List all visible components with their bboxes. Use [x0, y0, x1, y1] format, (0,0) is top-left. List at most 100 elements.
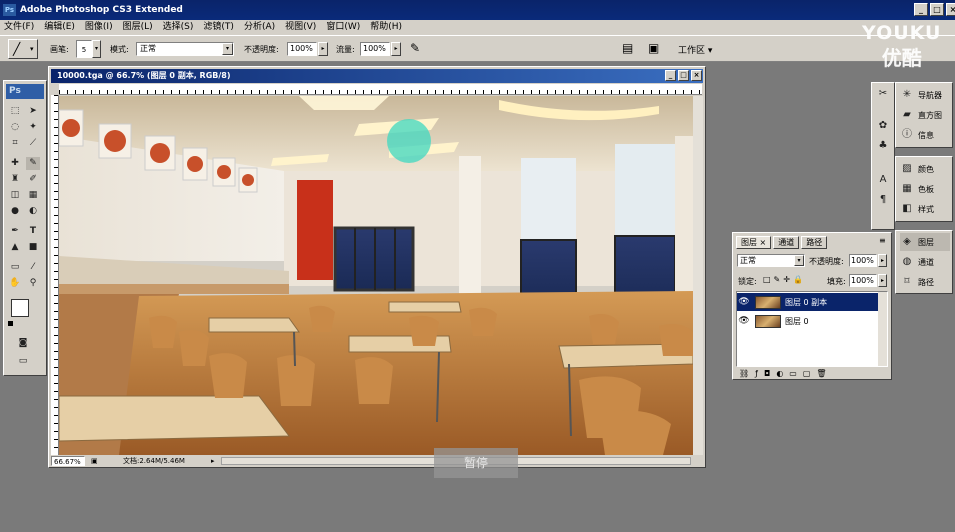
- info-icon: ⓘ: [902, 129, 912, 140]
- layer-opacity-arrow[interactable]: ▸: [878, 254, 887, 267]
- paths-tab[interactable]: ⌑ 路径: [900, 273, 934, 291]
- workspace-menu[interactable]: 工作区 ▾: [678, 43, 712, 56]
- doc-maximize-button[interactable]: □: [678, 70, 689, 81]
- layers-tab[interactable]: ◈ 图层: [900, 233, 950, 251]
- layer-name: 图层 0: [785, 316, 809, 326]
- eye-icon[interactable]: 👁: [737, 316, 751, 326]
- magic-wand-tool-icon[interactable]: ✦: [26, 121, 40, 134]
- maximize-button[interactable]: □: [930, 3, 944, 16]
- close-button[interactable]: ×: [946, 3, 955, 16]
- type-tool-icon[interactable]: T: [26, 225, 40, 238]
- layers-panel-tab[interactable]: 图层 ×: [736, 236, 772, 249]
- styles-tab[interactable]: ◧ 样式: [900, 200, 934, 218]
- brushes-icon[interactable]: ✿: [876, 119, 890, 133]
- move-tool-icon[interactable]: ➤: [26, 105, 40, 118]
- dodge-tool-icon[interactable]: ◐: [26, 205, 40, 218]
- eye-icon[interactable]: 👁: [737, 297, 751, 307]
- zoom-field[interactable]: 66.67%: [51, 456, 85, 466]
- paragraph-icon[interactable]: ¶: [876, 193, 890, 207]
- vertical-scrollbar[interactable]: [693, 96, 703, 455]
- screen-mode-icon[interactable]: ▭: [16, 355, 30, 368]
- fill-field[interactable]: 100%: [849, 274, 877, 287]
- info-tab[interactable]: ⓘ 信息: [900, 126, 934, 144]
- healing-tool-icon[interactable]: ✚: [8, 157, 22, 170]
- channels-panel-tab[interactable]: 通道: [773, 236, 800, 249]
- menu-view[interactable]: 视图(V): [285, 20, 316, 35]
- brush-dropdown-arrow[interactable]: ▾: [92, 40, 101, 58]
- tool-preset-picker[interactable]: ╱ ▾: [8, 39, 38, 59]
- menu-edit[interactable]: 编辑(E): [44, 20, 75, 35]
- gradient-tool-icon[interactable]: ▦: [26, 189, 40, 202]
- layer-opacity-field[interactable]: 100%: [849, 254, 877, 267]
- image-canvas[interactable]: [59, 96, 693, 455]
- flow-field[interactable]: 100%: [360, 42, 390, 56]
- brush-tool-icon[interactable]: ✎: [26, 157, 40, 170]
- opacity-slider-arrow[interactable]: ▸: [318, 42, 328, 56]
- hand-tool-icon[interactable]: ✋: [8, 277, 22, 290]
- brush-size-picker[interactable]: 5: [76, 40, 92, 58]
- default-colors-icon[interactable]: [8, 321, 13, 326]
- layers-scrollbar[interactable]: [878, 292, 887, 366]
- color-tab[interactable]: ▨ 颜色: [900, 160, 934, 178]
- menu-select[interactable]: 选择(S): [163, 20, 194, 35]
- layer-row[interactable]: 👁 图层 0: [737, 312, 883, 330]
- minimize-button[interactable]: _: [914, 3, 928, 16]
- quick-mask-icon[interactable]: ◙: [16, 337, 30, 350]
- airbrush-icon[interactable]: ✎: [410, 41, 420, 55]
- new-group-icon[interactable]: ▭: [789, 369, 803, 378]
- eraser-tool-icon[interactable]: ◫: [8, 189, 22, 202]
- menu-layer[interactable]: 图层(L): [123, 20, 153, 35]
- mode-select[interactable]: 正常 ▾: [136, 42, 234, 56]
- swatches-tab[interactable]: ▦ 色板: [900, 180, 934, 198]
- menu-image[interactable]: 图像(I): [85, 20, 113, 35]
- shape-tool-icon[interactable]: ■: [26, 241, 40, 254]
- menu-window[interactable]: 窗口(W): [326, 20, 360, 35]
- menu-analysis[interactable]: 分析(A): [244, 20, 275, 35]
- new-layer-icon[interactable]: ▢: [803, 369, 817, 378]
- crop-tool-icon[interactable]: ⌗: [8, 137, 22, 150]
- notes-tool-icon[interactable]: ▭: [8, 261, 22, 274]
- link-layers-icon[interactable]: ⛓: [739, 369, 755, 378]
- adjustment-layer-icon[interactable]: ◐: [776, 369, 789, 378]
- navigator-tab[interactable]: ✳ 导航器: [900, 86, 942, 104]
- fill-arrow[interactable]: ▸: [878, 274, 887, 287]
- eyedropper-tool-icon[interactable]: ⁄: [26, 261, 40, 274]
- character-icon[interactable]: A: [876, 173, 890, 187]
- tool-presets-icon[interactable]: ✂: [876, 87, 890, 101]
- mask-icon[interactable]: ◘: [764, 369, 776, 378]
- status-menu-arrow[interactable]: ▸: [211, 456, 215, 467]
- blend-mode-select[interactable]: 正常 ▾: [737, 254, 805, 267]
- marquee-tool-icon[interactable]: ⬚: [8, 105, 22, 118]
- document-icon[interactable]: ▤: [622, 41, 633, 55]
- clone-source-icon[interactable]: ♣: [876, 139, 890, 153]
- channels-tab[interactable]: ◍ 通道: [900, 253, 934, 271]
- palette-well-icon[interactable]: ▣: [648, 41, 659, 55]
- trash-icon[interactable]: 🗑: [816, 369, 832, 378]
- pen-tool-icon[interactable]: ✒: [8, 225, 22, 238]
- vertical-ruler[interactable]: [51, 95, 59, 455]
- stamp-tool-icon[interactable]: ♜: [8, 173, 22, 186]
- doc-minimize-button[interactable]: _: [665, 70, 676, 81]
- opacity-field[interactable]: 100%: [287, 42, 317, 56]
- menu-help[interactable]: 帮助(H): [370, 20, 402, 35]
- foreground-color-swatch[interactable]: [11, 299, 29, 317]
- slice-tool-icon[interactable]: ⟋: [26, 137, 40, 150]
- history-brush-tool-icon[interactable]: ✐: [26, 173, 40, 186]
- path-select-tool-icon[interactable]: ▲: [8, 241, 22, 254]
- zoom-tool-icon[interactable]: ⚲: [26, 277, 40, 290]
- paths-panel-tab[interactable]: 路径: [801, 236, 828, 249]
- panel-menu-icon[interactable]: ≡: [879, 236, 886, 245]
- doc-close-button[interactable]: ×: [691, 70, 702, 81]
- menu-file[interactable]: 文件(F): [4, 20, 34, 35]
- lasso-tool-icon[interactable]: ◌: [8, 121, 22, 134]
- horizontal-ruler[interactable]: [59, 84, 702, 95]
- document-title-bar[interactable]: 10000.tga @ 66.7% (图层 0 副本, RGB/8) _ □ ×: [51, 69, 703, 83]
- blur-tool-icon[interactable]: ●: [8, 205, 22, 218]
- histogram-tab[interactable]: ▰ 直方图: [900, 106, 942, 124]
- fx-icon[interactable]: ƒ: [755, 369, 764, 378]
- layer-row-selected[interactable]: 👁 图层 0 副本: [737, 293, 883, 311]
- lock-icons[interactable]: □✎✛🔒: [763, 275, 806, 284]
- pause-button[interactable]: 暂停: [434, 448, 518, 478]
- flow-slider-arrow[interactable]: ▸: [391, 42, 401, 56]
- menu-filter[interactable]: 滤镜(T): [203, 20, 234, 35]
